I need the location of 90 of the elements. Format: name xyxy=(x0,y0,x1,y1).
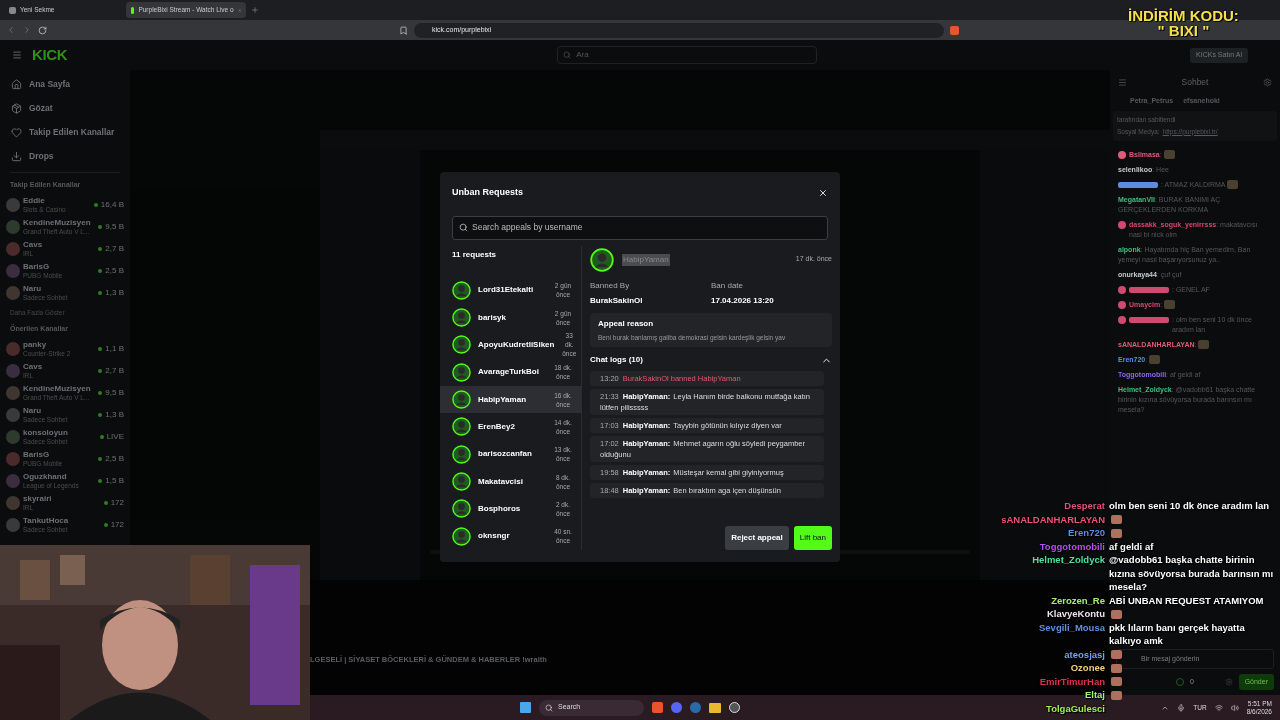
bookmark-icon[interactable] xyxy=(399,25,408,35)
search-placeholder: Ara xyxy=(576,49,589,61)
channel-name[interactable]: Eddie xyxy=(23,195,91,205)
viewer-count: 2,7 B xyxy=(105,242,124,255)
overlay-message: @vadobb61 başka chatte birinin kızına sövüyorsa burada barınsın mı mesela? xyxy=(1109,554,1274,592)
promo-text: İNDİRİM KODU: xyxy=(1128,8,1239,23)
avatar xyxy=(6,451,20,466)
channel-name[interactable]: KendineMuzisyen xyxy=(23,217,96,227)
viewer-count: 9,5 B xyxy=(105,220,124,233)
site-icon xyxy=(9,6,16,14)
overlay-username: Eltaj xyxy=(1083,688,1105,702)
menu-icon[interactable] xyxy=(12,50,22,60)
mic-icon[interactable] xyxy=(1177,703,1186,712)
nav-label: Gözat xyxy=(29,101,53,115)
viewer-count: 1,3 B xyxy=(105,408,124,421)
viewer-count: 1,1 B xyxy=(105,342,124,355)
avatar xyxy=(6,263,20,278)
network-icon[interactable] xyxy=(1214,703,1223,712)
username-blur xyxy=(1129,286,1169,293)
avatar xyxy=(6,473,20,488)
heart-icon xyxy=(11,126,22,138)
avatar xyxy=(6,429,20,444)
avatar xyxy=(6,385,20,400)
avatar xyxy=(6,219,20,234)
nav-item[interactable]: Gözat xyxy=(0,96,130,120)
avatar xyxy=(6,407,20,422)
avatar xyxy=(6,197,20,212)
overlay-username: TolgaGulesci xyxy=(1045,701,1105,715)
overlay-username: ateosjasj xyxy=(1063,647,1105,661)
chat-title: Sohbet xyxy=(1181,75,1209,89)
username-blur xyxy=(1129,316,1169,323)
search-field[interactable]: Ara xyxy=(557,46,818,64)
channel-name[interactable]: Naru xyxy=(23,283,96,293)
drops-icon xyxy=(11,150,22,162)
box-icon xyxy=(11,102,22,114)
viewer-count: 172 xyxy=(110,496,124,509)
viewer-count: 172 xyxy=(110,518,124,531)
avatar xyxy=(6,363,20,378)
overlay-username: EmirTimurHan xyxy=(1038,674,1105,688)
channel-name[interactable]: Cavs xyxy=(23,239,96,249)
channel-name[interactable]: skyrairi xyxy=(23,493,101,503)
viewer-count: 9,5 B xyxy=(105,386,124,399)
overlay-username: KlavyeKontu xyxy=(1045,607,1105,621)
viewer-count: 2,7 B xyxy=(105,364,124,377)
viewer-count: 2,5 B xyxy=(105,264,124,277)
viewer-count: 16,4 B xyxy=(100,198,124,211)
search-icon xyxy=(563,51,572,59)
nav-item[interactable]: Ana Sayfa xyxy=(0,72,130,96)
recorder-icon[interactable] xyxy=(729,702,740,713)
nav-item[interactable]: Drops xyxy=(0,144,130,168)
channel-name[interactable]: Naru xyxy=(23,405,96,415)
avatar xyxy=(6,241,20,256)
avatar xyxy=(6,341,20,356)
nav-item[interactable]: Takip Edilen Kanallar xyxy=(0,120,130,144)
channel-name[interactable]: KendineMuzisyen xyxy=(23,383,96,393)
avatar xyxy=(6,285,20,300)
promo-code: " BIXI " xyxy=(1157,23,1210,38)
nav-label: Drops xyxy=(29,149,54,163)
viewer-count: 1,3 B xyxy=(105,286,124,299)
viewer-count: 2,5 B xyxy=(105,452,124,465)
volume-icon[interactable] xyxy=(1230,703,1239,712)
avatar xyxy=(6,517,20,532)
nav-label: Ana Sayfa xyxy=(29,77,71,91)
site-icon xyxy=(131,6,135,14)
nav-label: Takip Edilen Kanallar xyxy=(29,125,115,139)
viewer-count: 1,5 B xyxy=(105,474,124,487)
channel-name[interactable]: TankutHoca xyxy=(23,515,101,525)
channel-name[interactable]: Cavs xyxy=(23,361,96,371)
overlay-username: Ozonee xyxy=(1069,661,1105,675)
kick-logo[interactable]: KICK xyxy=(32,43,68,67)
new-tab-icon[interactable] xyxy=(251,6,259,14)
overlay-username: Zerozen_Re xyxy=(1050,593,1105,607)
back-icon[interactable] xyxy=(6,25,16,35)
channel-name[interactable]: BarisG xyxy=(23,261,96,271)
viewer-count: LIVE xyxy=(106,430,124,443)
overlay-message: pkk lıların banı gerçek hayatta kalkıyo amk xyxy=(1109,621,1245,646)
home-icon xyxy=(11,78,22,90)
channel-name[interactable]: panky xyxy=(23,339,96,349)
channel-name[interactable]: Oguzkhand xyxy=(23,471,96,481)
reload-icon[interactable] xyxy=(38,25,47,35)
forward-icon[interactable] xyxy=(22,25,32,35)
channel-name[interactable]: BarisG xyxy=(23,449,96,459)
search-icon xyxy=(545,703,553,712)
folder-icon[interactable] xyxy=(709,702,721,713)
overlay-message: ABİ UNBAN REQUEST ATAMIYOM xyxy=(1109,594,1264,606)
avatar xyxy=(6,495,20,510)
overlay-username: Sevgili_Mousa xyxy=(1038,620,1105,635)
overlay-message: olm ben seni 10 dk önce aradım lan xyxy=(1109,500,1269,511)
channel-name[interactable]: konsoloyun xyxy=(23,427,97,437)
overlay-message: af geldi af xyxy=(1109,540,1154,552)
